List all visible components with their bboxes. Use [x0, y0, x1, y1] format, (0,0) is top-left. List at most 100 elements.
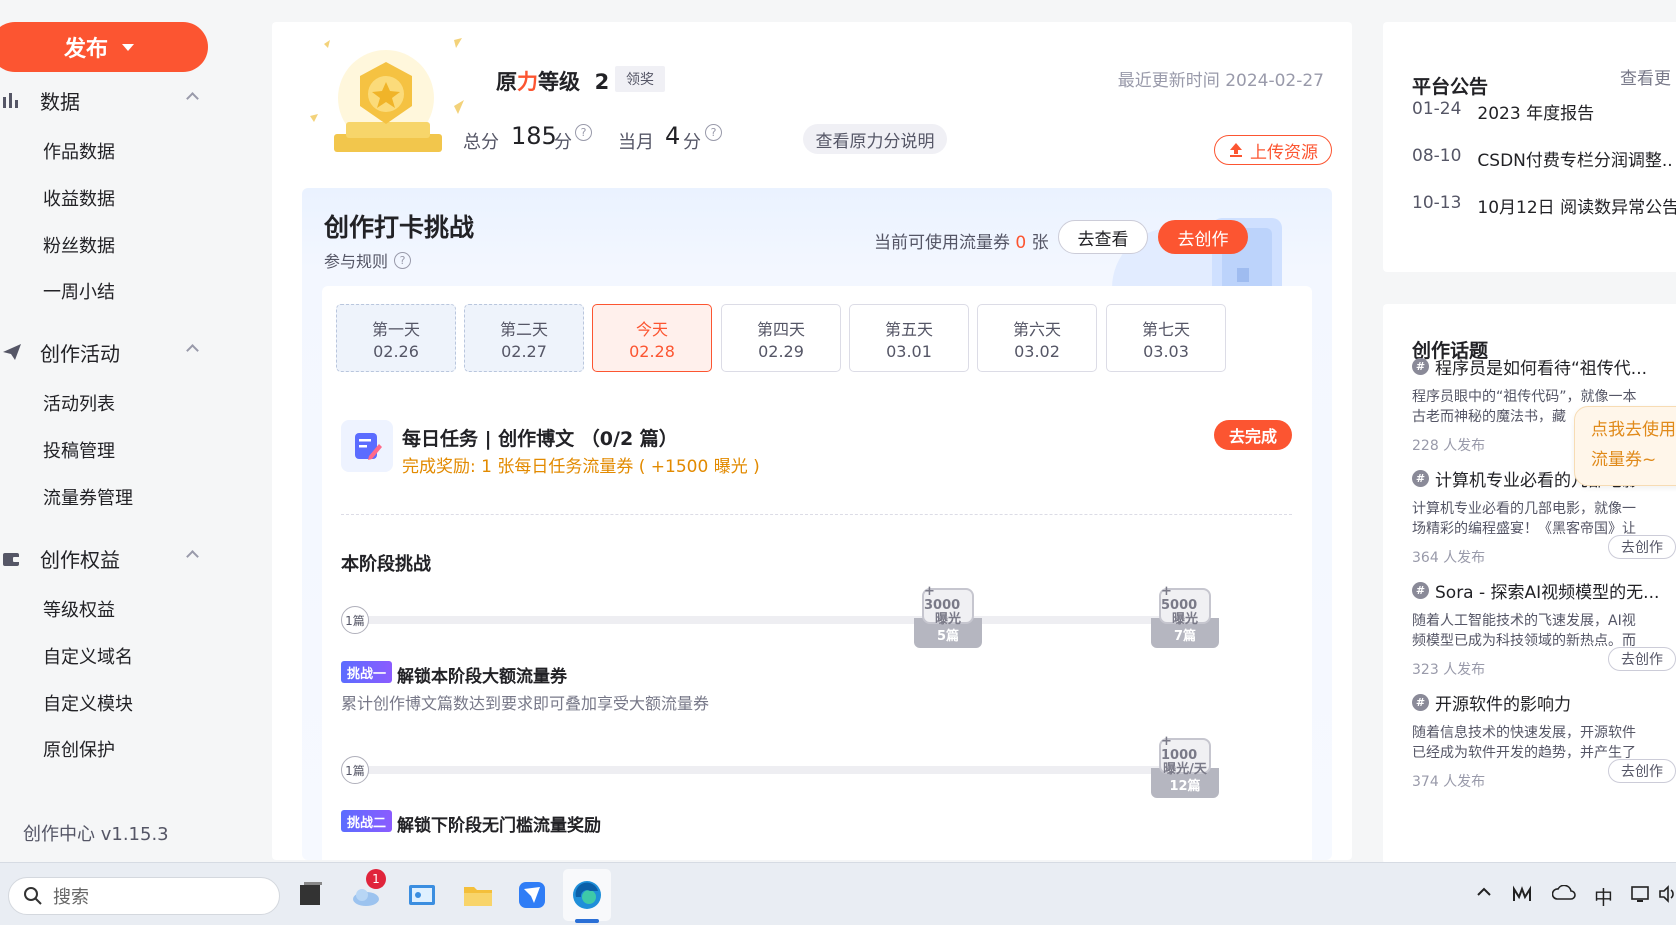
nav-group-rights[interactable]: 创作权益 — [0, 540, 210, 576]
wallet-icon — [3, 553, 20, 566]
total-score-label: 总分 — [463, 132, 499, 153]
notice-more-link[interactable]: 查看更 — [1620, 64, 1671, 89]
total-score-value: 185 — [511, 122, 557, 150]
challenge-content: 第一天 02.26 第二天 02.27 今天 02.28 第四天 02.29 第五天 03… — [322, 286, 1312, 860]
nav-group-label: 创作权益 — [40, 547, 120, 572]
cloud-icon[interactable] — [1552, 885, 1576, 901]
sidebar: 发布 数据 作品数据 收益数据 粉丝数据 一周小结 创作活动 活动列表 投稿管理… — [0, 0, 254, 860]
main-panel: 原力等级 2 领奖 最近更新时间 2024-02-27 总分 185 分 ? 当… — [272, 22, 1352, 860]
topic-desc: 随着信息技术的快速发展，开源软件已经成为软件开发的趋势，并产生了深远... — [1412, 725, 1636, 761]
level-value: 2 — [594, 70, 610, 94]
publish-button[interactable]: 发布 — [0, 22, 208, 72]
daily-task-title: 每日任务 | 创作博文 （0/2 篇） — [402, 428, 678, 450]
topic-create-button[interactable]: 去创作 — [1608, 535, 1676, 559]
topic-desc: 计算机专业必看的几部电影，就像一场精彩的编程盛宴！《黑客帝国》让你穿... — [1412, 501, 1636, 537]
taskbar-search[interactable]: 搜索 — [8, 877, 280, 915]
version-label: 创作中心 v1.15.3 — [23, 824, 169, 845]
day-4[interactable]: 第四天 02.29 — [721, 304, 841, 372]
coupon-count: 0 — [1015, 233, 1027, 253]
topic-name[interactable]: # 程序员是如何看待“祖传代... — [1412, 354, 1676, 379]
month-score-unit: 分 — [683, 132, 701, 153]
challenge-desc: 累计创作博文篇数达到要求即可叠加享受大额流量券 — [341, 694, 710, 713]
paper-plane-icon — [3, 344, 21, 360]
nav-item-weekly-summary[interactable]: 一周小结 — [43, 278, 115, 304]
claim-reward-button[interactable]: 领奖 — [615, 66, 665, 92]
nav-item-coupon-manage[interactable]: 流量券管理 — [43, 484, 133, 510]
search-placeholder: 搜索 — [53, 887, 89, 908]
topic-desc: 随着人工智能技术的飞速发展，AI视频模型已成为科技领域的新热点。而在这... — [1412, 613, 1636, 649]
hashtag-icon: # — [1412, 694, 1429, 711]
publish-label: 发布 — [63, 37, 108, 62]
rules-link[interactable]: 参与规则 ? — [324, 248, 412, 272]
bar-chart-icon — [3, 93, 18, 108]
upload-resource-button[interactable]: 上传资源 — [1214, 135, 1332, 165]
notice-item[interactable]: 10-13 10月12日 阅读数异常公告 — [1412, 193, 1676, 218]
chevron-up-icon — [186, 344, 199, 357]
nav-item-original-protect[interactable]: 原创保护 — [43, 736, 115, 762]
notice-card: 平台公告 查看更 01-24 2023 年度报告 08-10 CSDN付费专栏分润调… — [1383, 22, 1676, 272]
nav-item-custom-module[interactable]: 自定义模块 — [43, 690, 133, 716]
nav-item-income-data[interactable]: 收益数据 — [43, 185, 115, 211]
ime-indicator[interactable]: 中 — [1594, 883, 1613, 910]
float-coupon-tip[interactable]: 点我去使用流量券~ — [1574, 406, 1676, 486]
nav-group-activities[interactable]: 创作活动 — [0, 334, 210, 370]
topic-name[interactable]: # Sora - 探索AI视频模型的无... — [1412, 578, 1676, 603]
volume-icon[interactable] — [1658, 885, 1676, 903]
complete-task-button[interactable]: 去完成 — [1214, 420, 1292, 450]
total-score-unit: 分 — [554, 132, 572, 153]
day-today[interactable]: 今天 02.28 — [592, 304, 712, 372]
go-create-button[interactable]: 去创作 — [1158, 220, 1248, 254]
control-panel-icon[interactable] — [404, 877, 440, 913]
hashtag-icon: # — [1412, 358, 1429, 375]
nav-item-activity-list[interactable]: 活动列表 — [43, 390, 115, 416]
stage-title: 本阶段挑战 — [341, 554, 431, 575]
help-icon[interactable]: ? — [705, 124, 722, 141]
nav-item-custom-domain[interactable]: 自定义域名 — [43, 643, 133, 669]
topic-name[interactable]: # 开源软件的影响力 — [1412, 690, 1676, 715]
search-icon — [24, 887, 42, 905]
daily-task-reward: 完成奖励: 1 张每日任务流量券 ( +1500 曝光 ) — [402, 457, 760, 477]
track-start: 1篇 — [341, 606, 369, 634]
feishu-icon[interactable] — [514, 877, 550, 913]
active-indicator — [575, 919, 599, 923]
challenge-panel: 创作打卡挑战 参与规则 ? 当前可使用流量券 0 张 去查看 去创作 第一天 02… — [302, 188, 1332, 860]
progress-track — [356, 766, 1206, 774]
nav-item-level-rights[interactable]: 等级权益 — [43, 596, 115, 622]
topic-create-button[interactable]: 去创作 — [1608, 647, 1676, 671]
nav-item-submission-manage[interactable]: 投稿管理 — [43, 437, 115, 463]
view-coupon-button[interactable]: 去查看 — [1058, 220, 1148, 254]
hashtag-icon: # — [1412, 582, 1429, 599]
coupon-count-text: 当前可使用流量券 0 张 — [874, 233, 1049, 253]
explain-button[interactable]: 查看原力分说明 — [803, 124, 947, 154]
milestone-7: 7篇 + 5000 曝光 — [1151, 585, 1219, 650]
day-7[interactable]: 第七天 03.03 — [1106, 304, 1226, 372]
track-start: 1篇 — [341, 756, 369, 784]
medal-icon — [310, 38, 464, 152]
task-view-icon[interactable] — [292, 877, 328, 913]
notice-item[interactable]: 08-10 CSDN付费专栏分润调整.. — [1412, 146, 1673, 171]
milestone-12: 12篇 + 1000 曝光/天 — [1151, 735, 1219, 800]
upload-icon — [1230, 143, 1242, 157]
challenge-title: 创作打卡挑战 — [324, 213, 475, 242]
day-5[interactable]: 第五天 03.01 — [849, 304, 969, 372]
help-icon[interactable]: ? — [575, 124, 592, 141]
task-document-icon — [341, 420, 393, 472]
challenge-badge: 挑战二 — [341, 810, 393, 832]
nav-group-data[interactable]: 数据 — [0, 82, 210, 118]
network-icon[interactable] — [1630, 885, 1652, 905]
chevron-up-icon[interactable] — [1477, 887, 1491, 897]
edge-browser-icon[interactable] — [569, 877, 605, 913]
day-6[interactable]: 第六天 03.02 — [977, 304, 1097, 372]
notice-item[interactable]: 01-24 2023 年度报告 — [1412, 99, 1594, 124]
day-2[interactable]: 第二天 02.27 — [464, 304, 584, 372]
milestone-5: 5篇 + 3000 曝光 — [914, 585, 982, 650]
day-1[interactable]: 第一天 02.26 — [336, 304, 456, 372]
notice-title: 平台公告 — [1412, 76, 1489, 98]
nav-item-fans-data[interactable]: 粉丝数据 — [43, 232, 115, 258]
nav-group-label: 数据 — [40, 89, 80, 114]
file-explorer-icon[interactable] — [460, 877, 496, 913]
topic-create-button[interactable]: 去创作 — [1608, 759, 1676, 783]
input-method-icon[interactable] — [1512, 885, 1532, 903]
nav-item-works-data[interactable]: 作品数据 — [43, 138, 115, 164]
caret-down-icon — [122, 43, 134, 51]
